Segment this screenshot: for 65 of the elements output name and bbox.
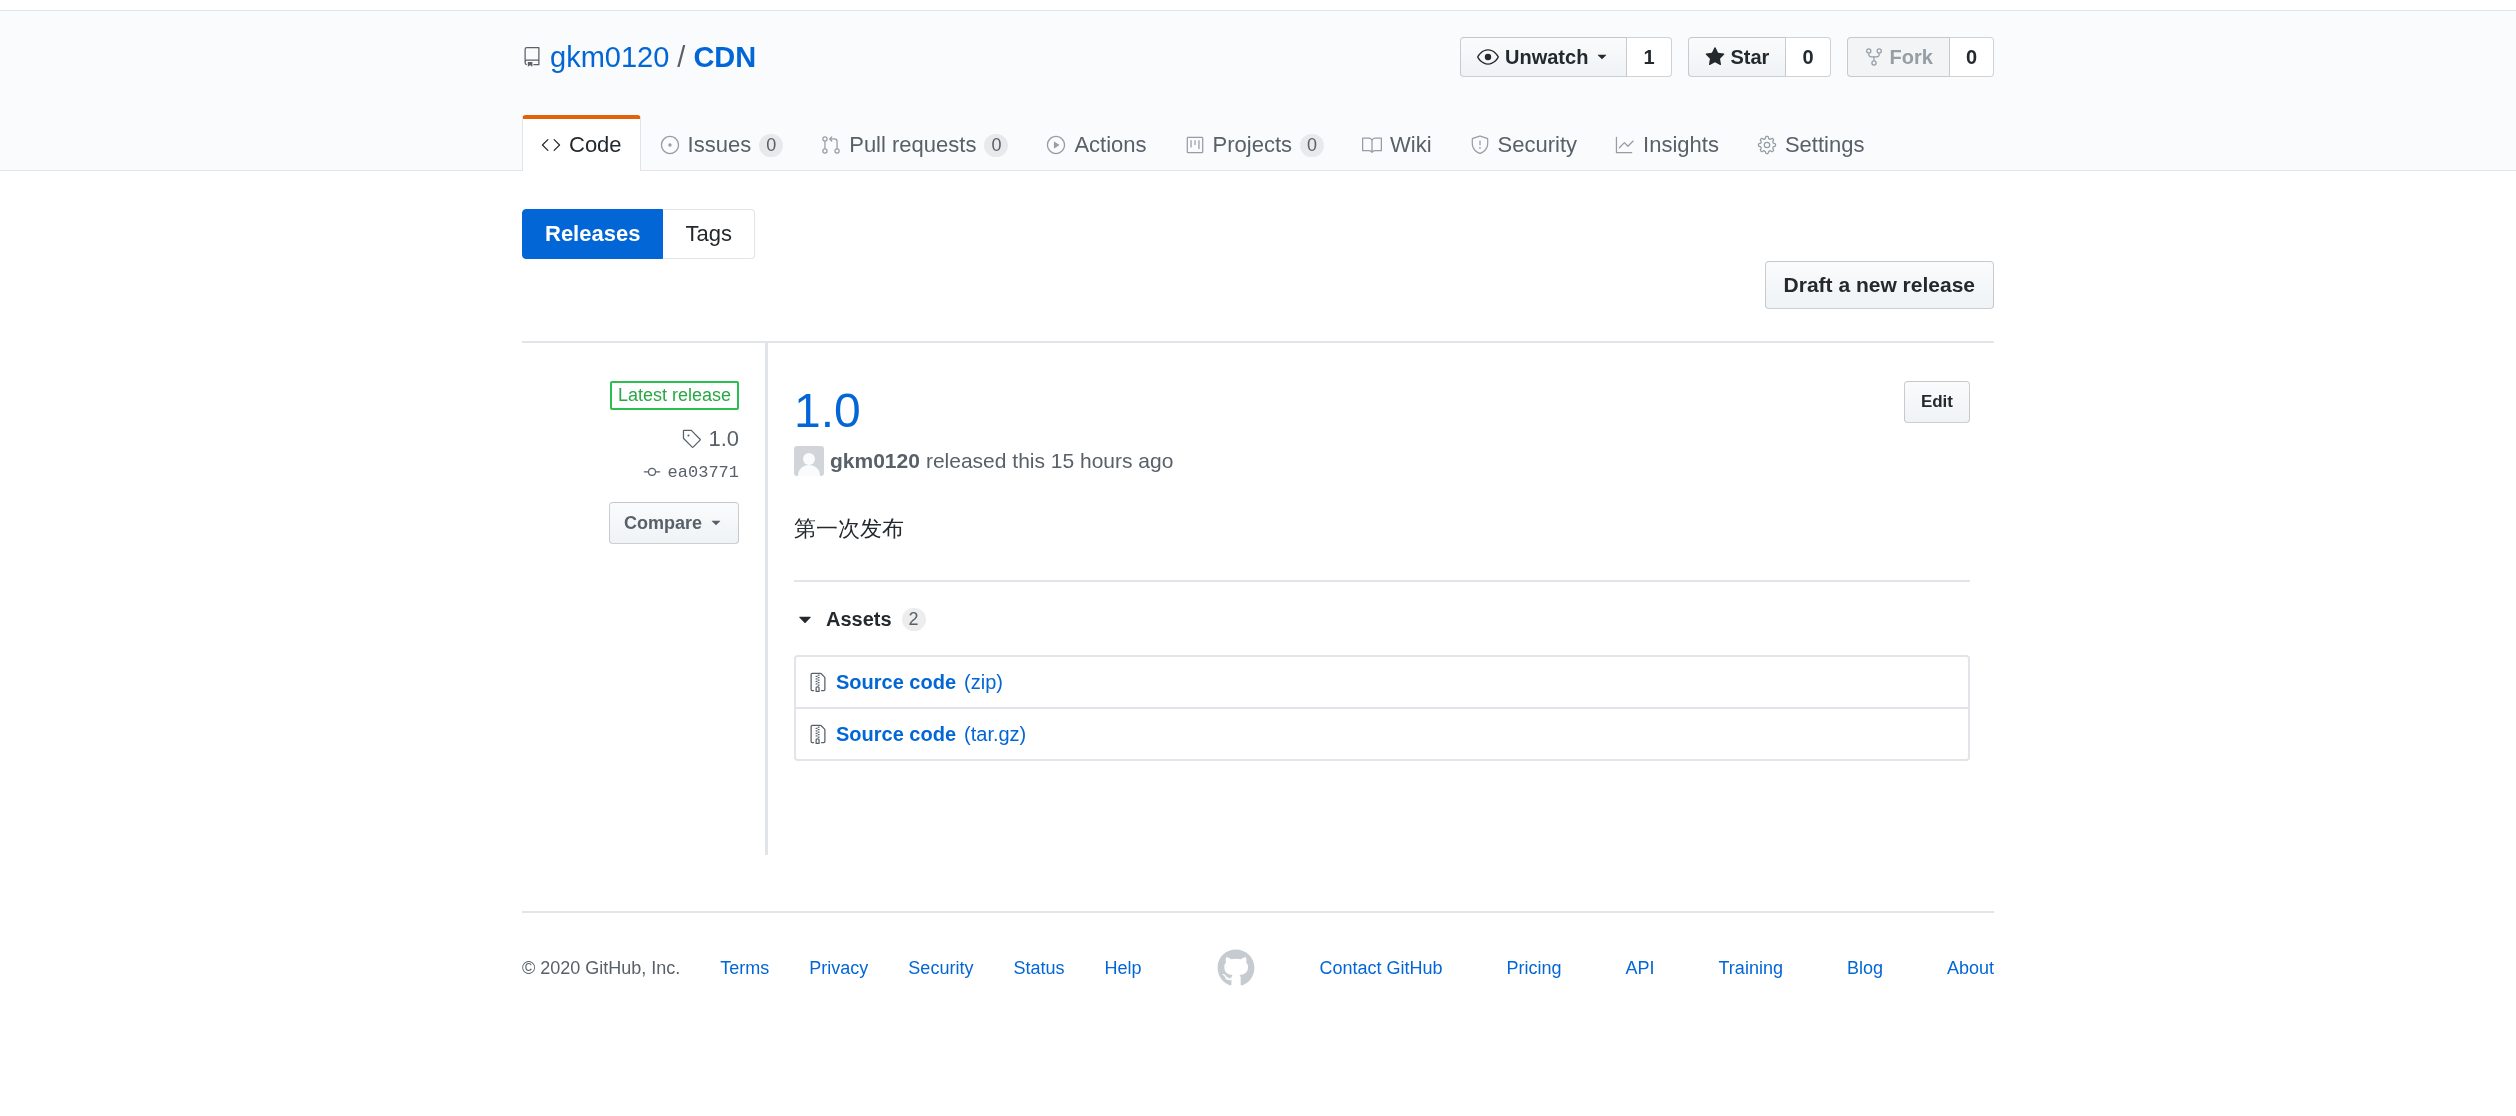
draft-release-button[interactable]: Draft a new release	[1764, 261, 1994, 309]
tab-counter: 0	[1300, 133, 1325, 157]
repo-icon	[522, 47, 542, 67]
footer-link[interactable]: Status	[1013, 957, 1065, 979]
asset-link[interactable]: Source code	[836, 670, 957, 694]
release-title[interactable]: 1.0	[794, 383, 861, 438]
owner-link[interactable]: gkm0120	[550, 40, 670, 74]
footer-link[interactable]: Blog	[1846, 957, 1883, 979]
shield-icon	[1469, 135, 1490, 155]
book-icon	[1362, 135, 1383, 155]
repo-tab[interactable]: Pull requests 0	[802, 115, 1028, 171]
author-link[interactable]: gkm0120	[830, 449, 920, 473]
path-separator: /	[677, 40, 686, 74]
release-meta: released this 15 hours ago	[925, 449, 1174, 473]
footer-link[interactable]: Security	[908, 957, 974, 979]
avatar-icon	[794, 446, 824, 476]
count-link[interactable]: 1	[1627, 37, 1672, 77]
footer-link[interactable]: Contact GitHub	[1319, 957, 1443, 979]
tab-counter: 0	[759, 133, 784, 157]
footer-link[interactable]: About	[1946, 957, 1994, 979]
assets-heading: Assets	[826, 608, 892, 631]
repo-name-link[interactable]: CDN	[693, 40, 757, 74]
pull-request-icon	[821, 135, 842, 155]
project-board-icon	[1184, 135, 1205, 155]
repo-tab[interactable]: Settings	[1737, 115, 1884, 171]
repo-tab[interactable]: Security	[1450, 115, 1597, 171]
repo-tab[interactable]: Insights	[1596, 115, 1738, 171]
repo-tab[interactable]: Projects 0	[1165, 115, 1344, 171]
commit-link[interactable]: ea03771	[641, 462, 739, 482]
star-icon	[1704, 47, 1725, 67]
tag-icon	[682, 429, 703, 449]
subnav-tab[interactable]: Releases	[522, 209, 664, 259]
latest-release-label: Latest release	[609, 381, 739, 410]
copyright-text: © 2020 GitHub, Inc.	[522, 957, 681, 979]
star-button[interactable]: Star	[1687, 37, 1787, 77]
tab-counter: 0	[984, 133, 1009, 157]
fork-icon	[1863, 47, 1884, 67]
tag-link[interactable]: 1.0	[682, 426, 739, 452]
subnav-tab[interactable]: Tags	[663, 209, 755, 259]
asset-type: (tar.gz)	[964, 722, 1027, 746]
issue-icon	[659, 135, 680, 155]
compare-button[interactable]: Compare	[608, 502, 739, 544]
repo-tab[interactable]: Wiki	[1343, 115, 1451, 171]
asset-type: (zip)	[964, 670, 1003, 694]
footer-link[interactable]: Privacy	[809, 957, 869, 979]
eye-icon	[1477, 46, 1500, 68]
release-notes: 第一次发布	[794, 514, 1970, 582]
footer-link[interactable]: API	[1625, 957, 1655, 979]
footer-link[interactable]: Terms	[720, 957, 770, 979]
footer-link[interactable]: Pricing	[1506, 957, 1562, 979]
repo-tab[interactable]: Actions	[1027, 115, 1166, 171]
edit-button[interactable]: Edit	[1903, 381, 1970, 423]
asset-link[interactable]: Source code	[836, 722, 957, 746]
bar-graph-icon	[1615, 135, 1636, 155]
settings-icon	[1756, 135, 1777, 155]
zip-file-icon	[808, 724, 828, 744]
repo-tab[interactable]: Code	[522, 115, 641, 171]
watch-button[interactable]: Unwatch	[1460, 37, 1628, 77]
zip-file-icon	[808, 672, 828, 692]
assets-counter: 2	[901, 608, 926, 631]
footer-link[interactable]: Help	[1104, 957, 1142, 979]
footer-link[interactable]: Training	[1718, 957, 1783, 979]
play-icon	[1046, 135, 1067, 155]
repo-tab[interactable]: Issues 0	[640, 115, 803, 171]
count-link[interactable]: 0	[1786, 37, 1831, 77]
